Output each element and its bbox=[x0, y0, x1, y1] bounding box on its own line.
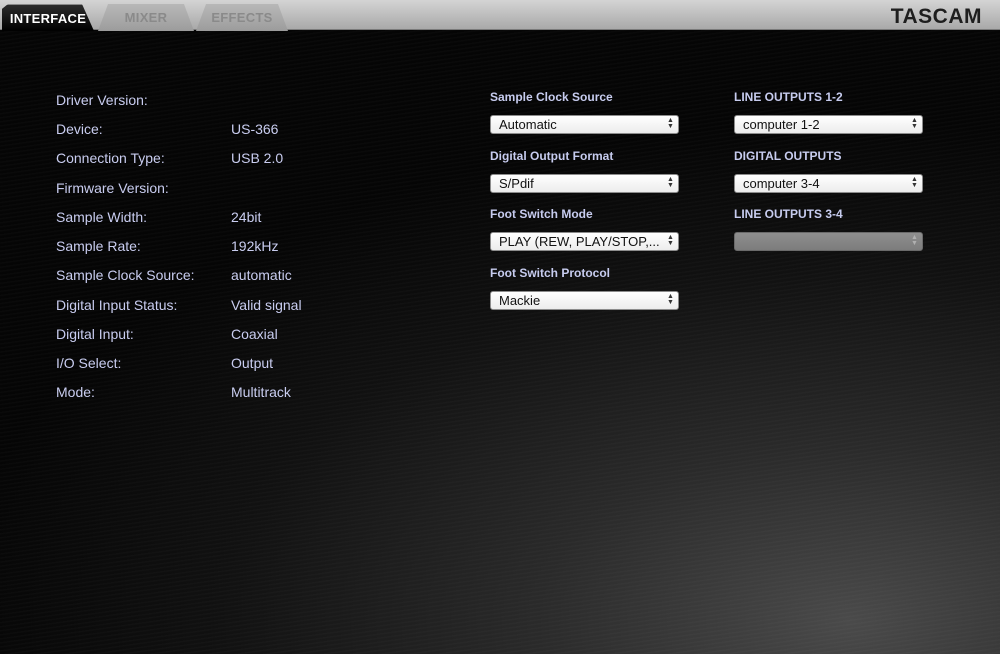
info-value: USB 2.0 bbox=[231, 150, 284, 166]
up-down-arrows-icon: ▲ ▼ bbox=[911, 117, 918, 130]
foot-switch-mode-label: Foot Switch Mode bbox=[490, 207, 593, 221]
info-label: Mode: bbox=[56, 384, 95, 400]
tab-effects[interactable]: EFFECTS bbox=[196, 4, 288, 31]
digital-outputs-label: DIGITAL OUTPUTS bbox=[734, 149, 842, 163]
info-label: Device: bbox=[56, 121, 103, 137]
info-value: automatic bbox=[231, 267, 292, 283]
digital-output-format-label: Digital Output Format bbox=[490, 149, 614, 163]
select-value: PLAY (REW, PLAY/STOP,... bbox=[499, 234, 659, 249]
info-value: Coaxial bbox=[231, 326, 278, 342]
info-label: Sample Rate: bbox=[56, 238, 141, 254]
info-value: 24bit bbox=[231, 209, 262, 225]
brand-logo: TASCAM bbox=[890, 5, 982, 28]
info-label: Driver Version: bbox=[56, 92, 148, 108]
info-label: Connection Type: bbox=[56, 150, 165, 166]
line-outputs-1-2-label: LINE OUTPUTS 1-2 bbox=[734, 90, 843, 104]
foot-switch-mode-select[interactable]: PLAY (REW, PLAY/STOP,... ▲ ▼ bbox=[490, 232, 679, 251]
select-value: Mackie bbox=[499, 293, 541, 308]
info-label: Digital Input Status: bbox=[56, 297, 178, 313]
select-value: S/Pdif bbox=[499, 176, 534, 191]
tab-interface[interactable]: INTERFACE bbox=[2, 4, 94, 31]
up-down-arrows-icon: ▲ ▼ bbox=[667, 176, 674, 189]
line-outputs-3-4-label: LINE OUTPUTS 3-4 bbox=[734, 207, 843, 221]
up-down-arrows-icon: ▲ ▼ bbox=[667, 293, 674, 306]
info-value: Multitrack bbox=[231, 384, 291, 400]
digital-output-format-select[interactable]: S/Pdif ▲ ▼ bbox=[490, 174, 679, 193]
digital-outputs-select[interactable]: computer 3-4 ▲ ▼ bbox=[734, 174, 923, 193]
sample-clock-source-label: Sample Clock Source bbox=[490, 90, 613, 104]
select-value: Automatic bbox=[499, 117, 557, 132]
info-label: Firmware Version: bbox=[56, 180, 169, 196]
info-label: Sample Width: bbox=[56, 209, 148, 225]
select-value: computer 3-4 bbox=[743, 176, 820, 191]
tab-mixer[interactable]: MIXER bbox=[98, 4, 194, 31]
up-down-arrows-icon: ▲ ▼ bbox=[667, 117, 674, 130]
up-down-arrows-icon: ▲ ▼ bbox=[911, 234, 918, 247]
foot-switch-protocol-select[interactable]: Mackie ▲ ▼ bbox=[490, 291, 679, 310]
line-outputs-1-2-select[interactable]: computer 1-2 ▲ ▼ bbox=[734, 115, 923, 134]
info-value: 192kHz bbox=[231, 238, 279, 254]
foot-switch-protocol-label: Foot Switch Protocol bbox=[490, 266, 610, 280]
info-label: Digital Input: bbox=[56, 326, 134, 342]
info-label: I/O Select: bbox=[56, 355, 122, 371]
up-down-arrows-icon: ▲ ▼ bbox=[911, 176, 918, 189]
info-value: Valid signal bbox=[231, 297, 302, 313]
top-bar: INTERFACE MIXER EFFECTS TASCAM bbox=[0, 0, 1000, 31]
info-label: Sample Clock Source: bbox=[56, 267, 195, 283]
line-outputs-3-4-select: ▲ ▼ bbox=[734, 232, 923, 251]
info-value: US-366 bbox=[231, 121, 279, 137]
info-value: Output bbox=[231, 355, 274, 371]
select-value: computer 1-2 bbox=[743, 117, 820, 132]
up-down-arrows-icon: ▲ ▼ bbox=[667, 234, 674, 247]
sample-clock-source-select[interactable]: Automatic ▲ ▼ bbox=[490, 115, 679, 134]
